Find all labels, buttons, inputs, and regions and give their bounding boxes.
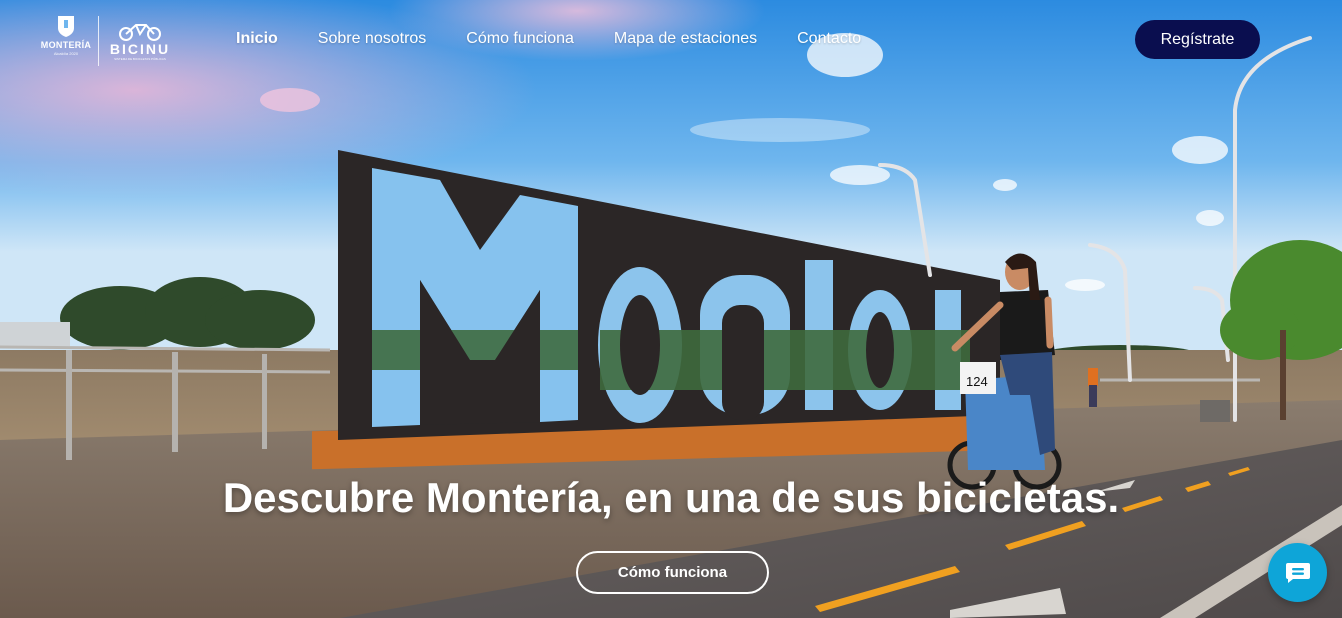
nav-link-como-funciona[interactable]: Cómo funciona (466, 30, 574, 48)
chat-launcher-button[interactable] (1268, 543, 1327, 602)
register-button[interactable]: Regístrate (1135, 20, 1260, 59)
como-funciona-button[interactable]: Cómo funciona (576, 551, 769, 594)
city-logo-name: MONTERÍA (40, 40, 92, 50)
city-logo[interactable]: MONTERÍA Alcaldía 2020 (40, 14, 92, 68)
main-nav: Inicio Sobre nosotros Cómo funciona Mapa… (236, 30, 901, 48)
hero-background-photo: 124 (0, 0, 1342, 618)
bike-plate-number: 124 (966, 374, 988, 389)
bicinu-logo-name: BICINU (109, 41, 171, 57)
header-logos[interactable]: MONTERÍA Alcaldía 2020 BICINU SISTEMA DE… (40, 14, 171, 68)
city-logo-subtitle: Alcaldía 2020 (53, 51, 79, 56)
hero-headline: Descubre Montería, en una de sus bicicle… (222, 474, 1120, 521)
hero-section: 124 MONTERÍA Alcaldía 2020 BICINU SISTEM… (0, 0, 1342, 618)
nav-link-inicio[interactable]: Inicio (236, 30, 278, 48)
bicinu-logo[interactable]: BICINU SISTEMA DE BICICLETAS PÚBLICAS (109, 21, 171, 61)
logo-divider (98, 16, 99, 66)
bicinu-logo-tagline: SISTEMA DE BICICLETAS PÚBLICAS (114, 57, 166, 61)
nav-link-contacto[interactable]: Contacto (797, 30, 861, 48)
nav-link-mapa-estaciones[interactable]: Mapa de estaciones (614, 30, 757, 48)
chat-bubble-icon (1285, 562, 1310, 583)
city-crest-icon (58, 16, 74, 37)
nav-link-sobre-nosotros[interactable]: Sobre nosotros (318, 30, 427, 48)
bicycle-icon (119, 24, 161, 41)
